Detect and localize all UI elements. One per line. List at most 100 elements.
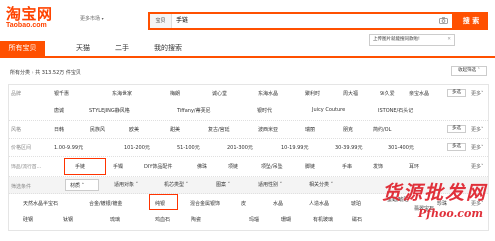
price-option[interactable]: 10-19.99元 xyxy=(281,144,308,151)
style-option[interactable]: 波西米亚 xyxy=(258,126,278,133)
search-button[interactable]: 搜 索 xyxy=(454,12,488,30)
results-summary: 所有分类 › 共 313.52万 件宝贝 xyxy=(10,69,81,76)
logo-sub-text: Taobao.com xyxy=(6,22,47,29)
material-option[interactable]: 有机玻璃 xyxy=(313,216,333,223)
more-categories-link[interactable]: 更多˅ xyxy=(471,163,484,170)
multi-select-button[interactable]: 多选 xyxy=(447,125,466,133)
brand-option[interactable]: 周大福 xyxy=(343,90,358,97)
brand-option[interactable]: 亲宝水晶 xyxy=(409,90,429,97)
multi-select-button[interactable]: 多选 xyxy=(447,89,466,97)
chevron-down-icon: ˅ xyxy=(185,182,189,188)
target-user-dropdown[interactable]: 适用对象 ˅ xyxy=(110,179,152,191)
style-option[interactable]: 甜美 xyxy=(170,126,180,133)
price-option[interactable]: 301-400元 xyxy=(388,144,414,151)
more-prices-link[interactable]: 更多˅ xyxy=(471,144,484,151)
material-option[interactable]: 玛瑙 xyxy=(249,216,259,223)
style-option[interactable]: 瑞丽 xyxy=(305,126,315,133)
brand-option[interactable]: Tiffany/蒂芙尼 xyxy=(177,107,211,114)
brand-option[interactable]: 唐诚 xyxy=(54,107,64,114)
tab-all-items[interactable]: 所有宝贝 xyxy=(0,41,45,56)
tab-my-search[interactable]: 我的搜索 xyxy=(144,41,192,56)
category-option[interactable]: 手镯 xyxy=(113,163,123,170)
price-option[interactable]: 30-39.99元 xyxy=(335,144,362,151)
material-option[interactable]: 琥珀 xyxy=(351,200,361,207)
price-option[interactable]: 1.00-9.99元 xyxy=(54,144,83,151)
material-dropdown[interactable]: 材质 ˄ xyxy=(65,179,99,191)
all-categories-link[interactable]: 所有分类 xyxy=(10,70,30,76)
price-option[interactable]: 101-200元 xyxy=(124,144,150,151)
brand-option[interactable]: 银千惠 xyxy=(54,90,69,97)
movement-type-dropdown-label: 机芯类型 xyxy=(164,182,185,188)
style-option[interactable]: 民族风 xyxy=(90,126,105,133)
price-label: 价格区间 xyxy=(11,145,32,151)
results-count: 共 313.52万 件宝贝 xyxy=(35,70,81,76)
material-option[interactable]: 鸡血石 xyxy=(155,216,170,223)
chevron-down-icon: ˅ xyxy=(135,182,139,188)
category-option-selected[interactable]: 手链 xyxy=(75,163,85,170)
category-option[interactable]: 发饰 xyxy=(373,163,383,170)
pattern-dropdown[interactable]: 图案 ˅ xyxy=(212,179,246,191)
material-option[interactable]: 钛钢 xyxy=(63,216,73,223)
material-option[interactable]: 皮 xyxy=(241,200,246,207)
material-option[interactable]: 人造水晶 xyxy=(309,200,329,207)
movement-type-dropdown[interactable]: 机芯类型 ˅ xyxy=(160,179,202,191)
tab-secondhand[interactable]: 二手 xyxy=(107,41,137,56)
material-option[interactable]: 磁石 xyxy=(352,216,362,223)
watermark-sub-text: Pfhoo.com xyxy=(418,207,483,220)
more-brands-link[interactable]: 更多˅ xyxy=(471,90,484,97)
pattern-dropdown-label: 图案 xyxy=(216,182,227,188)
search-scope-dropdown[interactable]: 宝贝 xyxy=(150,14,172,28)
brand-option[interactable]: 聚利时 xyxy=(305,90,320,97)
material-option-selected[interactable]: 纯银 xyxy=(155,200,165,207)
brand-option[interactable]: 东海世家 xyxy=(112,90,132,97)
price-option[interactable]: 51-100元 xyxy=(177,144,200,151)
gender-dropdown[interactable]: 适用性别 ˅ xyxy=(254,179,296,191)
style-option[interactable]: 复古/宫廷 xyxy=(208,126,230,133)
brand-option[interactable]: ISTONE/石头记 xyxy=(378,107,413,114)
brand-label: 品牌 xyxy=(11,91,22,97)
material-option[interactable]: 琉璃 xyxy=(110,216,120,223)
material-option[interactable]: 天然水晶半宝石 xyxy=(23,200,58,207)
more-markets-dropdown[interactable]: 更多市场 ▾ xyxy=(80,15,104,22)
style-option[interactable]: 简约/OL xyxy=(373,126,391,133)
category-option[interactable]: 佛珠 xyxy=(197,163,207,170)
price-option[interactable]: 201-300元 xyxy=(227,144,253,151)
brand-option[interactable]: 梅朗 xyxy=(170,90,180,97)
brand-option[interactable]: 银时代 xyxy=(257,107,272,114)
material-option[interactable]: 合金/镀银/镀金 xyxy=(89,200,122,207)
category-option[interactable]: 脚链 xyxy=(305,163,315,170)
category-option[interactable]: 手串 xyxy=(342,163,352,170)
more-styles-link[interactable]: 更多˅ xyxy=(471,126,484,133)
material-option[interactable]: 硅钢 xyxy=(23,216,33,223)
material-option[interactable]: 珊瑚 xyxy=(281,216,291,223)
brand-option[interactable]: Juicy Couture xyxy=(312,107,345,113)
taobao-logo[interactable]: 淘宝网 Taobao.com xyxy=(6,6,68,30)
more-label: 更多 xyxy=(471,164,482,170)
category-option[interactable]: DIY饰品配件 xyxy=(144,163,172,170)
chevron-down-icon: ˅ xyxy=(330,182,334,188)
search-scope-label: 宝贝 xyxy=(155,18,166,24)
search-input[interactable] xyxy=(176,14,426,28)
watermark: 货源批发网 Pfhoo.com xyxy=(368,176,495,226)
material-option[interactable]: 水晶 xyxy=(273,200,283,207)
style-option[interactable]: 日韩 xyxy=(54,126,64,133)
brand-option[interactable]: STYLEJING静风格 xyxy=(89,107,130,114)
chevron-up-icon: ˄ xyxy=(477,68,480,73)
material-option[interactable]: 混合金属银饰 xyxy=(190,200,220,207)
tab-tmall[interactable]: 天猫 xyxy=(68,41,98,56)
price-filter-row: 价格区间 1.00-9.99元 101-200元 51-100元 201-300… xyxy=(9,139,488,157)
material-option[interactable]: 陶瓷 xyxy=(191,216,201,223)
multi-select-button[interactable]: 多选 xyxy=(447,143,466,151)
style-option[interactable]: 欧美 xyxy=(129,126,139,133)
camera-icon[interactable] xyxy=(439,17,448,24)
brand-option[interactable]: 东海水晶 xyxy=(258,90,278,97)
category-option[interactable]: 耳环 xyxy=(409,163,419,170)
search-box: 宝贝 xyxy=(148,12,454,30)
brand-option[interactable]: 9i久爱 xyxy=(380,90,395,97)
style-option[interactable]: 朋克 xyxy=(343,126,353,133)
collapse-filters-button[interactable]: 收起筛选 ˄ xyxy=(451,66,487,76)
related-category-dropdown[interactable]: 相关分类 ˅ xyxy=(305,179,347,191)
category-option[interactable]: 项坠/吊坠 xyxy=(261,163,283,170)
category-option[interactable]: 项链 xyxy=(228,163,238,170)
brand-option[interactable]: 诚心堂 xyxy=(212,90,227,97)
